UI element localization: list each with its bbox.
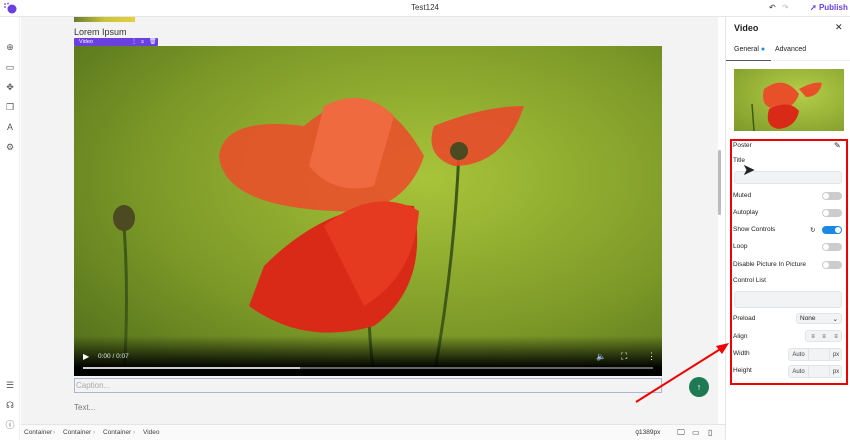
left-toolbar: ⊕ ▭ ✥ ❐ A ⚙ ☰ ☊ ⓘ [0, 17, 20, 440]
control-list-label: Control List [733, 277, 766, 284]
toggle-label: Disable Picture In Picture [733, 261, 806, 268]
video-progress-fill [83, 367, 300, 369]
align-left-icon[interactable]: ≡ [808, 331, 818, 341]
support-icon[interactable]: ☊ [4, 399, 16, 411]
show-controls-toggle[interactable] [822, 226, 842, 234]
collapse-icon[interactable]: ⌅ [140, 38, 145, 46]
width-input[interactable]: Auto px [788, 348, 842, 361]
mouse-cursor-icon: ➤ [742, 162, 756, 179]
more-icon[interactable]: ⋮ [647, 351, 656, 362]
canvas-scrollbar[interactable] [718, 150, 721, 215]
toggle-label: Muted [733, 192, 752, 199]
image-element[interactable] [74, 17, 135, 22]
settings-icon[interactable]: ⚙ [4, 141, 16, 153]
height-input[interactable]: Auto px [788, 365, 842, 378]
mobile-icon[interactable]: ▯ [708, 428, 712, 437]
poster-image [751, 82, 822, 131]
toggle-label: Autoplay [733, 209, 759, 216]
muted-toggle[interactable] [822, 192, 842, 200]
video-time: 0:00 / 0:07 [98, 353, 129, 360]
desktop-icon[interactable]: 🖵 [677, 428, 685, 438]
bottom-bar: Container › Container › Container › Vide… [21, 424, 725, 440]
loop-toggle[interactable] [822, 243, 842, 251]
toggle-label: Loop [733, 243, 748, 250]
info-icon[interactable]: ⓘ [4, 419, 16, 431]
align-label: Align [733, 333, 748, 340]
preload-label: Preload [733, 315, 756, 322]
pages-icon[interactable]: ❐ [4, 101, 16, 113]
database-icon[interactable]: ☰ [4, 379, 16, 391]
toggle-label: Show Controls [733, 226, 776, 233]
align-center-icon[interactable]: ≡ [819, 331, 829, 341]
video-frame-poppies [113, 98, 524, 376]
align-right-icon[interactable]: ≡ [831, 331, 841, 341]
breadcrumb-item[interactable]: Container [24, 429, 52, 436]
breadcrumb-item[interactable]: Container [63, 429, 91, 436]
layout-icon[interactable]: ▭ [4, 61, 16, 73]
redo-icon[interactable]: ↷ [782, 3, 789, 12]
viewport-width[interactable]: 1389px [639, 429, 660, 436]
control-list-input[interactable] [734, 291, 842, 308]
undo-icon[interactable]: ↶ [769, 3, 776, 12]
preload-select[interactable]: None ⌄ [796, 313, 842, 324]
align-group: ≡ ≡ ≡ [805, 330, 842, 342]
height-label: Height [733, 367, 752, 374]
text-element[interactable]: Text... [74, 403, 95, 412]
document-title: Test124 [410, 3, 440, 12]
video-player[interactable]: ▶ 0:00 / 0:07 🔈 ⛶ ⋮ [74, 46, 662, 376]
breadcrumb-item[interactable]: Video [143, 429, 160, 436]
fullscreen-icon[interactable]: ⛶ [621, 351, 627, 362]
top-bar: Test124 ↶ ↷ ➚ Publish [0, 0, 850, 17]
heading-text[interactable]: Lorem Ipsum [74, 27, 127, 37]
delete-icon[interactable]: 🗑 [149, 38, 157, 46]
poster-label: Poster [733, 142, 752, 149]
video-progress[interactable] [83, 367, 653, 369]
chevron-down-icon: ⌄ [832, 316, 838, 323]
play-icon[interactable]: ▶ [83, 352, 89, 361]
element-tag[interactable]: Video ⋮ ⌅ 🗑 [74, 38, 158, 46]
active-tab-indicator [726, 60, 771, 61]
reset-icon[interactable]: ↻ [810, 226, 815, 234]
arrow-up-icon: ↑ [696, 382, 702, 392]
poster-preview[interactable] [734, 69, 844, 131]
caption-input[interactable]: Caption... [74, 378, 662, 393]
tablet-icon[interactable]: ▭ [692, 428, 700, 437]
add-icon[interactable]: ⊕ [4, 41, 16, 53]
volume-icon[interactable]: 🔈 [596, 352, 606, 361]
publish-button[interactable]: ➚ Publish [810, 3, 848, 12]
components-icon[interactable]: ✥ [4, 81, 16, 93]
video-controls: ▶ 0:00 / 0:07 🔈 ⛶ ⋮ [74, 336, 662, 376]
rocket-icon: ➚ [810, 3, 817, 12]
autoplay-toggle[interactable] [822, 209, 842, 217]
tab-advanced[interactable]: Advanced [775, 46, 806, 53]
disable-pip-toggle[interactable] [822, 261, 842, 269]
panel-title: Video [734, 23, 759, 33]
tab-general[interactable]: General ● [734, 46, 765, 53]
scroll-top-button[interactable]: ↑ [689, 377, 709, 397]
typography-icon[interactable]: A [4, 121, 16, 133]
drag-icon[interactable]: ⋮ [131, 38, 137, 46]
edit-icon[interactable]: ✎ [834, 141, 841, 150]
close-icon[interactable]: ✕ [835, 22, 843, 33]
width-label: Width [733, 350, 750, 357]
breadcrumb-item[interactable]: Container [103, 429, 131, 436]
